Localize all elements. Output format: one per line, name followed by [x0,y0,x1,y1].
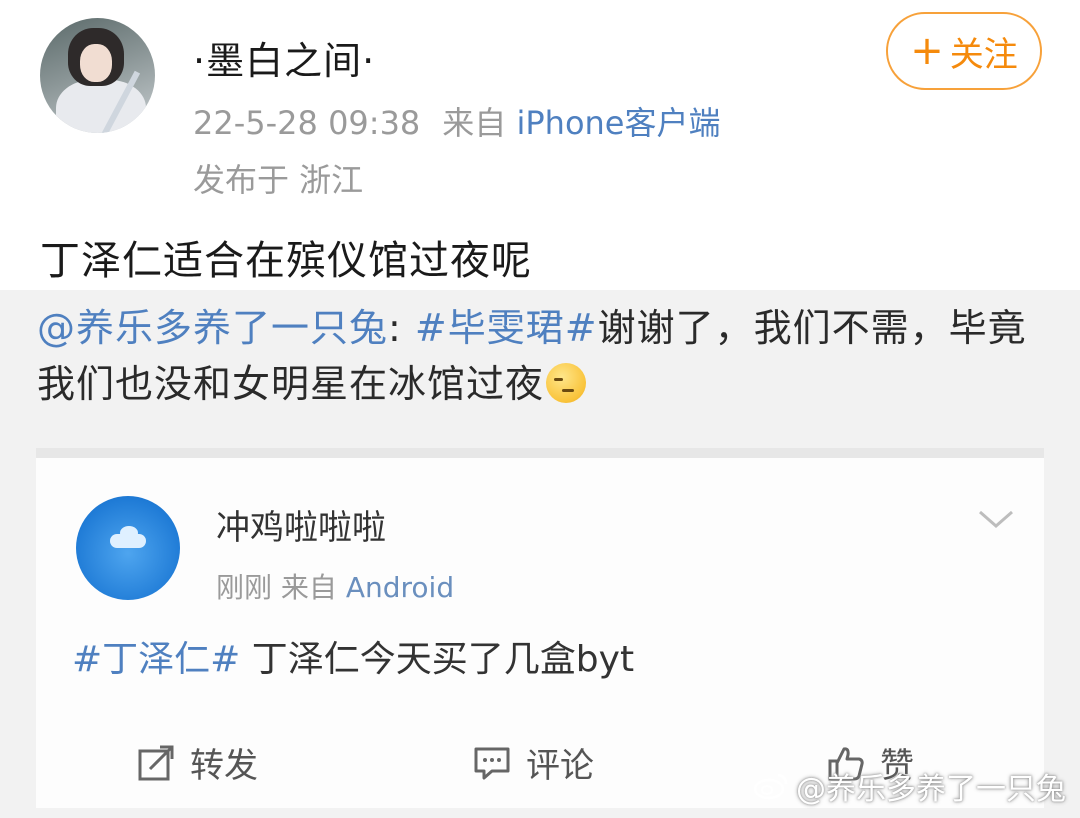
repost-label: 转发 [190,746,258,786]
post-username[interactable]: ·墨白之间· [193,30,375,85]
card-text: 丁泽仁今天买了几盒byt [251,639,635,680]
card-topic[interactable]: #丁泽仁# [72,639,240,680]
post-header: ·墨白之间· + 关注 22-5-28 09:38 来自 iPhone客户端 发布… [0,0,1080,290]
retweet-user-mention[interactable]: @养乐多养了一只兔 [37,306,388,350]
post-timestamp: 22-5-28 09:38 [193,104,421,142]
comment-button[interactable]: 评论 [472,738,594,787]
watermark-text: @养乐多养了一只兔 [796,772,1066,807]
chevron-down-icon[interactable] [976,504,1016,534]
retweet-colon: : [388,306,402,350]
weibo-logo-icon [753,773,788,800]
post-meta: 22-5-28 09:38 来自 iPhone客户端 [193,98,721,144]
watermark: @养乐多养了一只兔 [752,764,1066,808]
plus-icon: + [910,28,944,74]
card-username[interactable]: 冲鸡啦啦啦 [216,500,386,549]
avatar[interactable] [40,18,155,133]
post-location: 发布于 浙江 [193,161,364,199]
card-time: 刚刚 [216,571,273,604]
card-meta: 刚刚 来自 Android [216,566,454,606]
follow-button[interactable]: + 关注 [886,12,1042,90]
repost-button[interactable]: 转发 [136,738,258,787]
from-label: 来自 [442,104,507,142]
retweet-topic[interactable]: #毕雯珺# [415,306,598,350]
retweet-section: @养乐多养了一只兔: #毕雯珺#谢谢了，我们不需，毕竟我们也没和女明星在冰馆过夜… [0,290,1080,818]
comment-label: 评论 [526,746,594,786]
smirk-emoji-icon [546,363,587,403]
card-source: Android [345,571,455,604]
quoted-post-card[interactable]: 冲鸡啦啦啦 刚刚 来自 Android #丁泽仁# 丁泽仁今天买了几盒byt 转… [36,448,1044,808]
post-source[interactable]: iPhone客户端 [516,104,720,142]
card-avatar[interactable] [76,496,180,600]
comment-icon [474,747,510,779]
retweet-text-block: @养乐多养了一只兔: #毕雯珺#谢谢了，我们不需，毕竟我们也没和女明星在冰馆过夜 [37,300,1047,412]
follow-label: 关注 [949,34,1018,75]
repost-icon [138,745,174,780]
card-text-line: #丁泽仁# 丁泽仁今天买了几盒byt [72,630,634,682]
card-from-label: 来自 [280,571,337,604]
post-text: 丁泽仁适合在殡仪馆过夜呢 [40,238,532,284]
